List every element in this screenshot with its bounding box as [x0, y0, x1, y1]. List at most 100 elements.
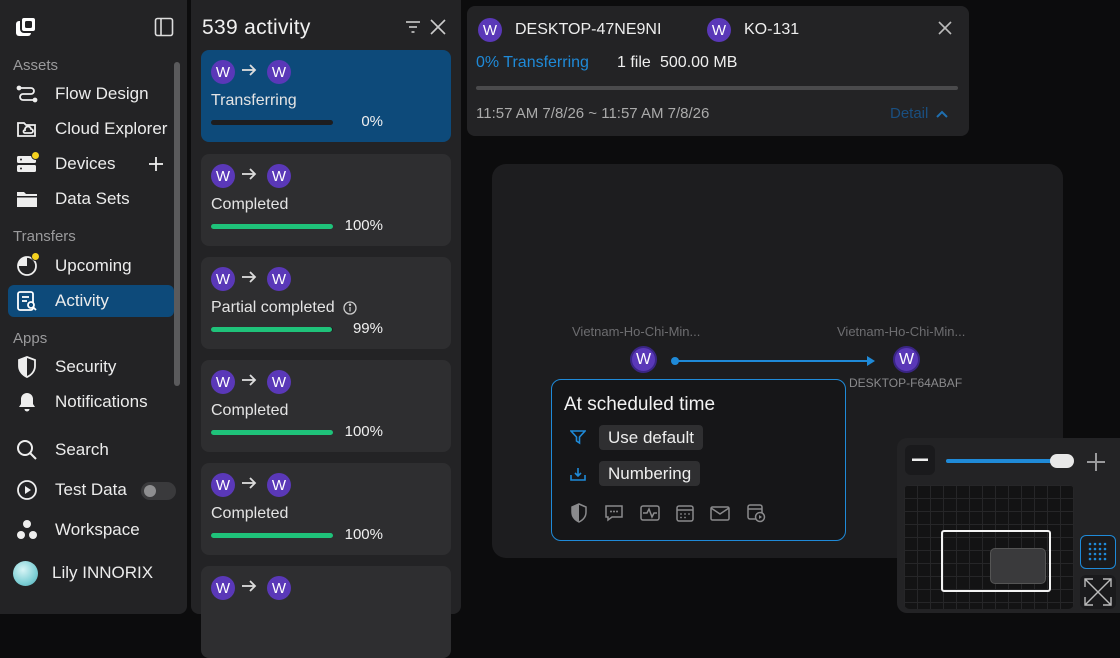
- activity-status: Completed: [211, 402, 288, 420]
- pulse-icon[interactable]: [639, 502, 661, 524]
- cross-grid-icon: [1083, 577, 1113, 607]
- sidebar-scrollbar[interactable]: [174, 62, 180, 386]
- folder-icon: [16, 188, 38, 210]
- detail-link-label: Detail: [890, 105, 929, 122]
- grid-toggle-button[interactable]: [1080, 535, 1116, 569]
- progress-percent: 100%: [344, 217, 383, 234]
- detail-link[interactable]: Detail: [890, 105, 949, 122]
- app-logo: [15, 16, 37, 38]
- sidebar-item-user[interactable]: Lily INNORIX: [8, 557, 174, 589]
- connection-arrow[interactable]: [670, 355, 880, 367]
- zoom-in-button[interactable]: [1086, 452, 1106, 472]
- sidebar: Assets Flow Design Cloud Explorer Device…: [0, 0, 187, 614]
- target-node[interactable]: W: [893, 346, 920, 373]
- progress-percent: 100%: [344, 423, 383, 440]
- section-label-apps: Apps: [13, 330, 48, 347]
- progress-fill: [211, 327, 332, 332]
- time-range: 11:57 AM 7/8/26 ~ 11:57 AM 7/8/26: [476, 105, 710, 122]
- sidebar-item-notifications[interactable]: Notifications: [8, 386, 174, 418]
- close-detail-icon[interactable]: [938, 21, 952, 35]
- zoom-slider[interactable]: [946, 454, 1075, 468]
- sidebar-item-label: Security: [55, 357, 117, 376]
- flow-icon: [16, 83, 38, 105]
- activity-card[interactable]: WW: [201, 566, 451, 658]
- target-badge: W: [267, 267, 291, 291]
- zoom-out-button[interactable]: [905, 445, 935, 475]
- arrow-right-icon: [241, 368, 257, 388]
- sidebar-item-label: Data Sets: [55, 189, 130, 208]
- upcoming-notification-dot: [31, 252, 40, 261]
- sidebar-item-activity[interactable]: Activity: [8, 285, 174, 317]
- plus-icon: [1086, 452, 1106, 472]
- sidebar-item-flow-design[interactable]: Flow Design: [8, 78, 174, 110]
- sidebar-item-workspace[interactable]: Workspace: [8, 514, 174, 546]
- cloud-folder-icon: [16, 118, 38, 140]
- toggle-knob: [144, 485, 156, 497]
- source-badge: W: [211, 60, 235, 84]
- target-badge: W: [707, 18, 731, 42]
- progress-percent: 100%: [344, 526, 383, 543]
- transfer-detail-panel: W DESKTOP-47NE9NI W KO-131 0% Transferri…: [467, 6, 969, 136]
- status-label: Completed: [211, 196, 289, 213]
- arrow-right-icon: [241, 471, 257, 491]
- shield-icon[interactable]: [568, 502, 590, 524]
- calendar-icon[interactable]: [674, 502, 696, 524]
- progress-percent: 99%: [352, 320, 383, 337]
- sidebar-toggle-icon[interactable]: [154, 17, 174, 37]
- progress-track: [211, 430, 333, 435]
- sidebar-item-cloud-explorer[interactable]: Cloud Explorer: [8, 113, 174, 145]
- minimap-view[interactable]: [904, 485, 1074, 609]
- zoom-slider-thumb[interactable]: [1050, 454, 1075, 468]
- minimap-canvas-preview: [990, 548, 1046, 584]
- use-default-chip[interactable]: Use default: [599, 425, 703, 450]
- arrow-right-icon: [241, 574, 257, 594]
- activity-card[interactable]: W W Completed 100%: [201, 360, 451, 452]
- snap-toggle-button[interactable]: [1080, 575, 1116, 609]
- target-device-name: DESKTOP-F64ABAF: [849, 376, 963, 390]
- file-count: 1 file: [617, 54, 651, 71]
- test-data-toggle[interactable]: [141, 482, 176, 500]
- numbering-chip[interactable]: Numbering: [599, 461, 701, 486]
- workspace-icon: [16, 519, 38, 541]
- minimap-panel: [897, 438, 1120, 613]
- play-circle-icon: [16, 479, 38, 501]
- source-badge: W: [211, 473, 235, 497]
- activity-card[interactable]: W W Completed 100%: [201, 463, 451, 555]
- schedule-icon[interactable]: [745, 502, 767, 524]
- sidebar-item-upcoming[interactable]: Upcoming: [8, 250, 174, 282]
- section-label-transfers: Transfers: [13, 228, 76, 245]
- sidebar-item-label: Notifications: [55, 392, 148, 411]
- status-label: Completed: [211, 505, 289, 522]
- sidebar-item-data-sets[interactable]: Data Sets: [8, 183, 174, 215]
- activity-status: Transferring: [211, 92, 297, 110]
- source-node-label: Vietnam-Ho-Chi-Min...: [572, 324, 701, 339]
- mail-icon[interactable]: [709, 502, 731, 524]
- status-label: Completed: [211, 402, 289, 419]
- user-name: Lily INNORIX: [52, 563, 154, 582]
- target-badge: W: [267, 576, 291, 600]
- activity-title: 539 activity: [202, 16, 311, 40]
- info-icon[interactable]: [342, 301, 357, 315]
- comment-icon[interactable]: [603, 502, 625, 524]
- activity-card[interactable]: W W Transferring 0%: [201, 50, 451, 142]
- sidebar-item-label: Activity: [55, 291, 109, 310]
- progress-track: [211, 224, 333, 229]
- filter-icon[interactable]: [405, 20, 421, 34]
- arrow-right-icon: [241, 58, 257, 78]
- file-size: 500.00 MB: [660, 54, 738, 71]
- sidebar-item-security[interactable]: Security: [8, 351, 174, 383]
- close-icon[interactable]: [430, 19, 446, 35]
- target-badge: W: [267, 60, 291, 84]
- add-device-icon[interactable]: [148, 156, 164, 172]
- sidebar-item-search[interactable]: Search: [8, 434, 174, 466]
- schedule-popup: At scheduled time Use default Numbering: [551, 379, 846, 541]
- activity-card[interactable]: W W Completed 100%: [201, 154, 451, 246]
- activity-status: Completed: [211, 505, 288, 523]
- bell-icon: [16, 391, 38, 413]
- sidebar-item-label: Test Data: [55, 480, 127, 499]
- activity-status: Completed: [211, 196, 288, 214]
- transfer-progress-text: 0% Transferring: [476, 54, 589, 71]
- source-node[interactable]: W: [630, 346, 657, 373]
- activity-title-label: activity: [244, 16, 311, 39]
- activity-card[interactable]: W W Partial completed 99%: [201, 257, 451, 349]
